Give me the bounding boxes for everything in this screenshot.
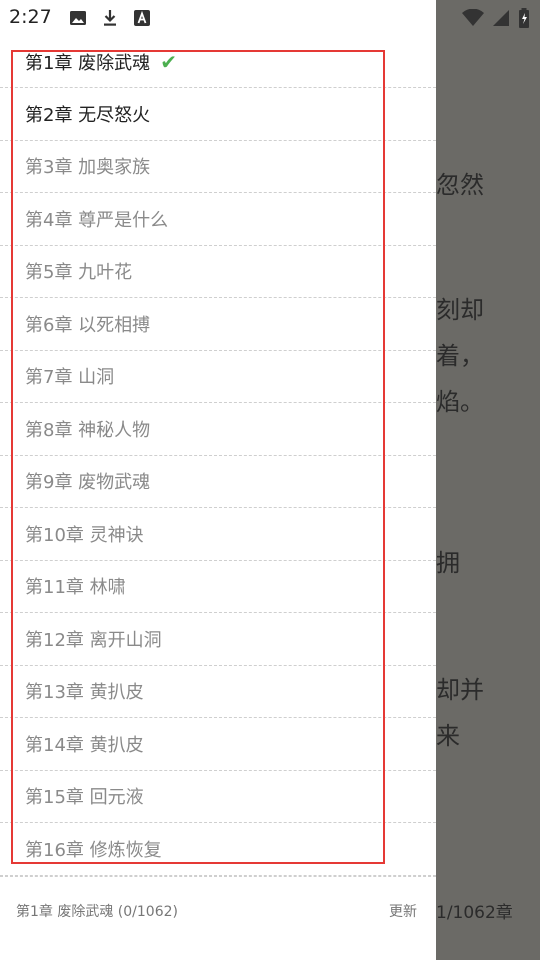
chapter-title: 第11章 林啸 xyxy=(25,577,126,599)
reader-text-line: 刻却 xyxy=(436,296,484,324)
signal-icon xyxy=(492,9,510,31)
drawer-footer: 第1章 废除武魂 (0/1062) 更新 xyxy=(0,876,436,961)
chapter-item[interactable]: 第14章 黄扒皮 xyxy=(0,718,436,771)
check-icon: ✔ xyxy=(160,49,177,74)
chapter-title: 第16章 修炼恢复 xyxy=(25,839,162,861)
chapter-title: 第13章 黄扒皮 xyxy=(25,682,144,704)
chapter-item[interactable]: 第4章 尊严是什么 xyxy=(0,193,436,246)
chapter-item[interactable]: 第8章 神秘人物 xyxy=(0,403,436,456)
chapter-title: 第7章 山洞 xyxy=(25,367,115,389)
chapter-title: 第15章 回元液 xyxy=(25,787,144,809)
chapter-title: 第14章 黄扒皮 xyxy=(25,734,144,756)
font-icon xyxy=(132,8,152,28)
chapter-title: 第10章 灵神诀 xyxy=(25,524,144,546)
chapter-title: 第3章 加奥家族 xyxy=(25,157,151,179)
chapter-item[interactable]: 第7章 山洞 xyxy=(0,351,436,403)
wifi-icon xyxy=(462,8,484,31)
image-icon xyxy=(68,8,88,28)
download-icon xyxy=(100,8,120,28)
reader-text-line: 忽然 xyxy=(436,171,484,199)
chapter-item[interactable]: 第9章 废物武魂 xyxy=(0,456,436,508)
reader-text-line: 焰。 xyxy=(436,388,484,416)
chapter-list: 第1章 废除武魂 ✔ 第2章 无尽怒火 第3章 加奥家族 第4章 尊严是什么 第5章 九叶… xyxy=(0,36,436,876)
chapter-title: 第6章 以死相搏 xyxy=(25,314,151,336)
battery-icon xyxy=(518,8,530,32)
chapter-item[interactable]: 第1章 废除武魂 ✔ xyxy=(0,36,436,88)
chapter-item[interactable]: 第16章 修炼恢复 xyxy=(0,823,436,876)
chapter-item[interactable]: 第3章 加奥家族 xyxy=(0,141,436,193)
chapter-item[interactable]: 第11章 林啸 xyxy=(0,561,436,613)
chapter-title: 第2章 无尽怒火 xyxy=(25,104,151,126)
reader-text-line: 拥 xyxy=(436,549,460,577)
chapter-item[interactable]: 第13章 黄扒皮 xyxy=(0,666,436,718)
chapter-title: 第9章 废物武魂 xyxy=(25,472,151,494)
chapter-title: 第5章 九叶花 xyxy=(25,262,133,284)
chapter-item[interactable]: 第12章 离开山洞 xyxy=(0,613,436,666)
reader-text-line: 来 xyxy=(436,722,460,750)
chapter-item[interactable]: 第10章 灵神诀 xyxy=(0,508,436,561)
chapter-title: 第8章 神秘人物 xyxy=(25,419,151,441)
chapter-item[interactable]: 第5章 九叶花 xyxy=(0,246,436,298)
chapter-item[interactable]: 第2章 无尽怒火 xyxy=(0,88,436,141)
current-chapter-status[interactable]: 第1章 废除武魂 (0/1062) xyxy=(16,901,178,921)
chapter-item[interactable]: 第6章 以死相搏 xyxy=(0,298,436,351)
chapter-title: 第4章 尊严是什么 xyxy=(25,209,169,231)
update-button[interactable]: 更新 xyxy=(389,901,417,921)
chapter-drawer: 第1章 废除武魂 ✔ 第2章 无尽怒火 第3章 加奥家族 第4章 尊严是什么 第5章 九叶… xyxy=(0,0,436,960)
chapter-title: 第12章 离开山洞 xyxy=(25,629,162,651)
chapter-list-container[interactable]: 第1章 废除武魂 ✔ 第2章 无尽怒火 第3章 加奥家族 第4章 尊严是什么 第5章 九叶… xyxy=(0,36,436,876)
status-time: 2:27 xyxy=(9,6,52,28)
reader-text-line: 着， xyxy=(436,342,484,370)
reader-progress: 1/1062章 xyxy=(436,903,513,923)
chapter-title: 第1章 废除武魂 xyxy=(25,52,151,74)
reader-text-line: 却并 xyxy=(436,676,484,704)
status-bar: 2:27 xyxy=(0,0,540,36)
chapter-item[interactable]: 第15章 回元液 xyxy=(0,771,436,823)
